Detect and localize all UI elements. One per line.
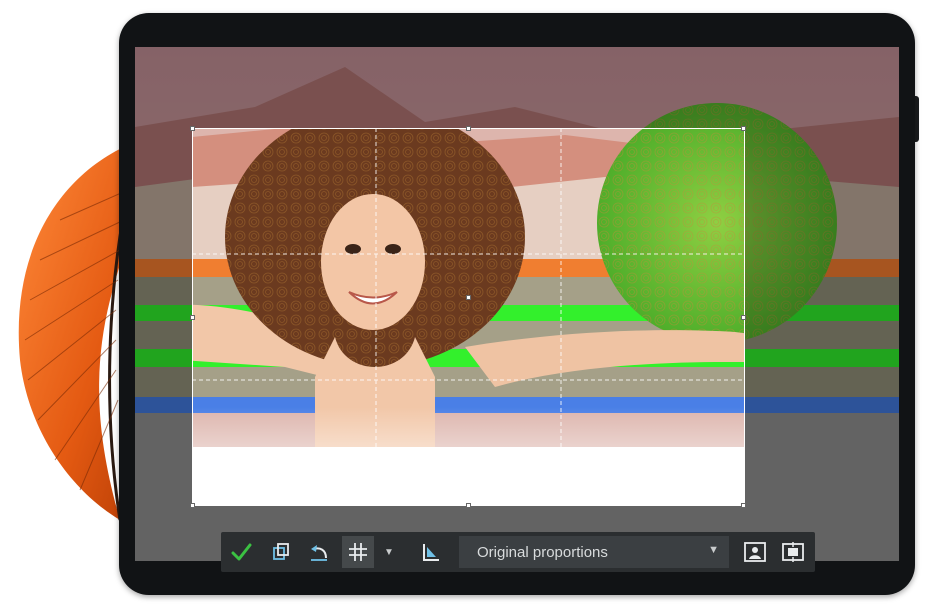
crop-handle-left[interactable] (190, 315, 195, 320)
crop-handle-top[interactable] (466, 126, 471, 131)
tablet-device (119, 13, 915, 595)
crop-handle-center[interactable] (466, 295, 471, 300)
undo-button[interactable] (303, 536, 335, 568)
crop-frame[interactable] (192, 128, 745, 506)
fit-crop-button[interactable] (777, 536, 809, 568)
photo-editor-canvas[interactable] (135, 47, 899, 561)
dropdown-arrow-icon: ▼ (384, 546, 394, 558)
undo-icon (311, 545, 327, 561)
crop-handle-top-left[interactable] (190, 126, 195, 131)
grid-icon (349, 543, 367, 561)
straighten-button[interactable] (415, 536, 447, 568)
fit-icon (782, 542, 804, 562)
checkmark-icon (231, 543, 252, 561)
crop-handle-bottom-left[interactable] (190, 503, 195, 508)
proportions-value: Original proportions (477, 544, 608, 561)
crop-handle-right[interactable] (741, 315, 746, 320)
portrait-icon (744, 542, 766, 562)
grid-options-dropdown[interactable]: ▼ (379, 536, 399, 568)
chevron-down-icon: ▼ (708, 544, 719, 556)
crop-rotate-icon (273, 543, 289, 560)
proportions-select[interactable]: Original proportions ▼ (459, 536, 729, 568)
portrait-orientation-button[interactable] (739, 536, 771, 568)
straighten-icon (423, 544, 439, 561)
crop-handle-bottom-right[interactable] (741, 503, 746, 508)
crop-handle-top-right[interactable] (741, 126, 746, 131)
apply-crop-button[interactable] (225, 536, 257, 568)
crop-toolbar: ▼ Original proportions ▼ (221, 532, 815, 572)
crop-handle-bottom[interactable] (466, 503, 471, 508)
rotate-crop-button[interactable] (265, 536, 297, 568)
grid-toggle-button[interactable] (342, 536, 374, 568)
